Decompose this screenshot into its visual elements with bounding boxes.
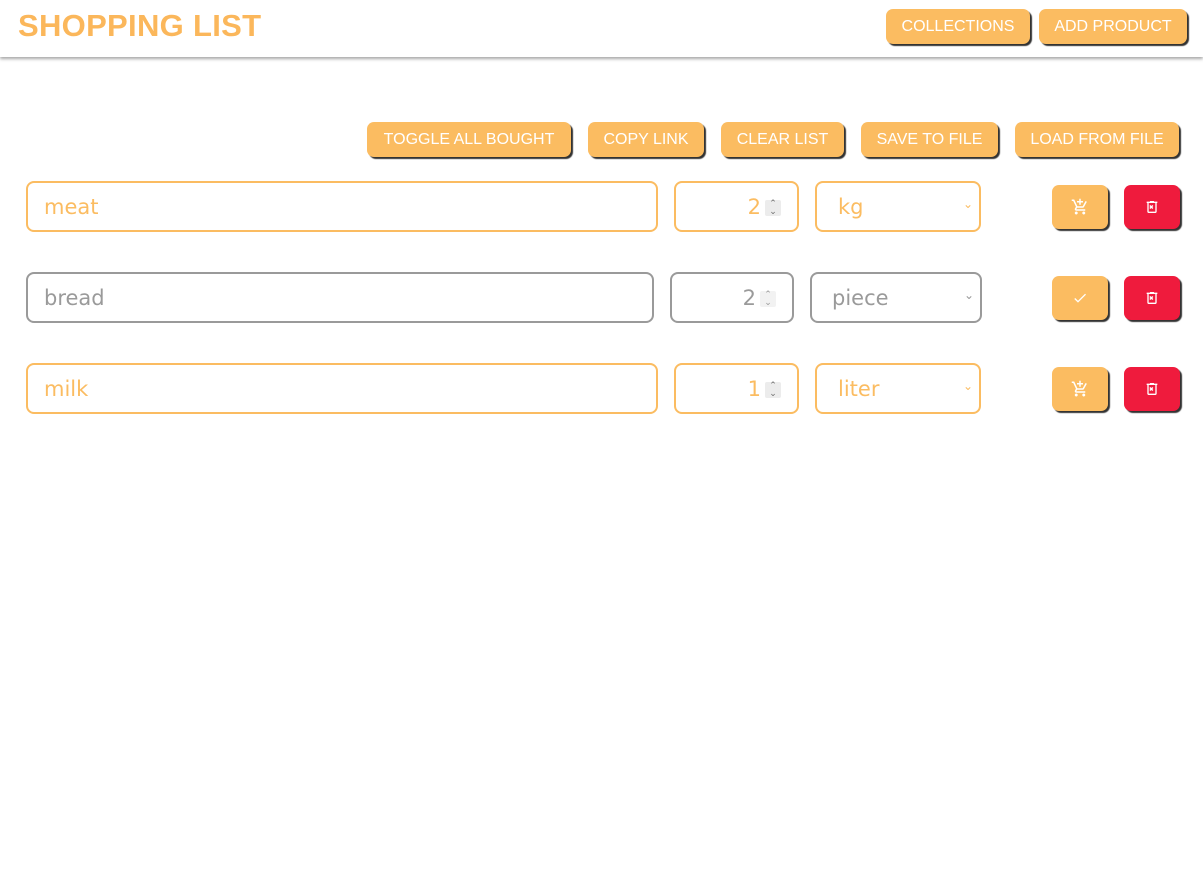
trash-icon [1146,292,1158,304]
mark-bought-button[interactable] [1052,276,1108,320]
unit-select[interactable]: kg ⌄ [815,181,981,232]
product-name-input[interactable]: milk [26,363,658,414]
unit-select[interactable]: liter ⌄ [815,363,981,414]
quantity-stepper[interactable]: ⌃ ⌄ [765,382,781,399]
checkmark-icon [1074,293,1086,303]
quantity-value: 2 [742,286,756,310]
add-to-cart-icon [1071,380,1087,397]
add-to-cart-icon [1071,198,1087,215]
quantity-input[interactable]: 2 ⌃ ⌄ [670,272,794,323]
quantity-value: 2 [747,195,761,219]
chevron-down-icon: ⌄ [963,288,974,302]
page-title: SHOPPING LIST [18,8,262,43]
save-to-file-button[interactable]: SAVE TO FILE [861,122,998,157]
product-name-input[interactable]: bread [26,272,654,323]
trash-icon [1146,383,1158,395]
delete-item-button[interactable] [1124,185,1180,229]
app-header: SHOPPING LIST COLLECTIONS ADD PRODUCT [0,0,1203,57]
trash-icon [1146,201,1158,213]
load-from-file-button[interactable]: LOAD FROM FILE [1015,122,1179,157]
mark-bought-button[interactable] [1052,185,1108,229]
unit-value: piece [832,286,889,310]
quantity-input[interactable]: 2 ⌃ ⌄ [674,181,799,232]
collections-button[interactable]: COLLECTIONS [886,9,1030,44]
mark-bought-button[interactable] [1052,367,1108,411]
product-name-input[interactable]: meat [26,181,658,232]
product-name-value: bread [44,286,105,310]
product-name-value: meat [44,195,99,219]
quantity-input[interactable]: 1 ⌃ ⌄ [674,363,799,414]
add-product-button[interactable]: ADD PRODUCT [1039,9,1187,44]
quantity-stepper[interactable]: ⌃ ⌄ [760,291,776,308]
quantity-value: 1 [747,377,761,401]
unit-select[interactable]: piece ⌄ [810,272,982,323]
copy-link-button[interactable]: COPY LINK [588,122,704,157]
unit-value: liter [838,377,880,401]
unit-value: kg [838,195,864,219]
delete-item-button[interactable] [1124,276,1180,320]
quantity-stepper[interactable]: ⌃ ⌄ [765,200,781,217]
chevron-down-icon: ⌄ [962,197,973,211]
product-name-value: milk [44,377,89,401]
chevron-down-icon: ⌄ [962,379,973,393]
toggle-all-bought-button[interactable]: TOGGLE ALL BOUGHT [367,122,571,157]
clear-list-button[interactable]: CLEAR LIST [721,122,844,157]
delete-item-button[interactable] [1124,367,1180,411]
